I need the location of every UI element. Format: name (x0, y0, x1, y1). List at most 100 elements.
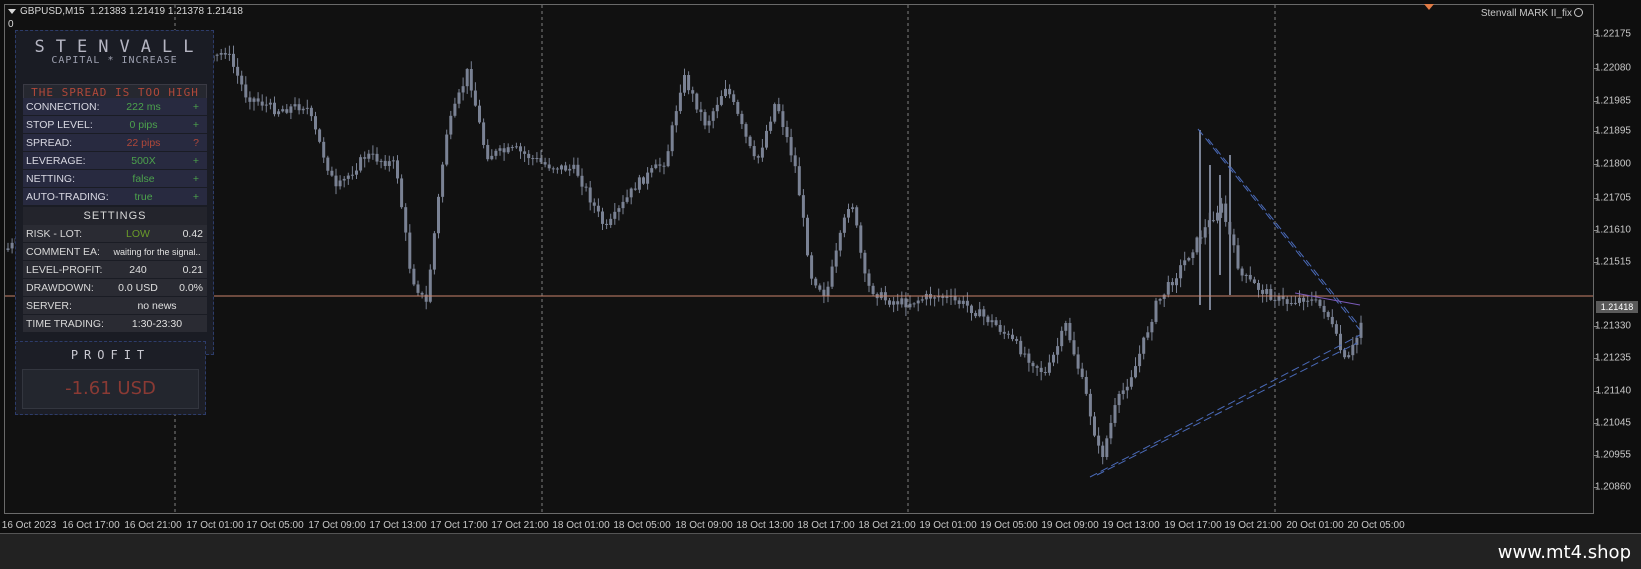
settings-row-server: SERVER: no news (23, 297, 207, 315)
candle-body (494, 150, 498, 156)
candle-body (974, 312, 978, 317)
candle-body (797, 166, 801, 196)
candle-body (613, 211, 617, 219)
candle-body (1019, 340, 1023, 355)
price-tick-mark (1594, 230, 1598, 231)
candle-body (355, 170, 358, 175)
candle-body (363, 157, 367, 159)
candle-body (1002, 331, 1006, 334)
candle-body (1232, 234, 1236, 246)
price-tick-label: 1.21895 (1594, 125, 1631, 137)
candle-body (699, 109, 703, 113)
candle-body (428, 269, 432, 302)
chart-shift-marker-icon[interactable] (1424, 4, 1436, 12)
candle-body (449, 115, 453, 135)
candle-body (965, 300, 969, 306)
price-tick-label: 1.20955 (1594, 449, 1631, 461)
candle-body (806, 217, 809, 256)
candle-body (789, 137, 793, 156)
symbol-ohlc: 1.21383 1.21419 1.21378 1.21418 (90, 6, 243, 17)
chart-plot-area[interactable] (4, 4, 1594, 514)
candle-body (842, 217, 846, 233)
status-label: STOP LEVEL: (26, 119, 93, 131)
candle-body (371, 153, 375, 155)
candle-body (223, 52, 227, 55)
candle-body (326, 157, 330, 171)
candle-body (469, 69, 473, 91)
time-tick-label: 18 Oct 05:00 (613, 520, 671, 531)
candle-body (986, 316, 990, 323)
candle-body (1109, 422, 1113, 439)
candle-body (916, 300, 920, 304)
settings-label: COMMENT EA: (26, 246, 100, 258)
candle-body (826, 286, 830, 296)
price-axis[interactable]: 1.22175 1.22080 1.21985 1.21895 1.21800 1.217… (1594, 4, 1639, 514)
candle-body (596, 205, 600, 212)
candle-body (777, 104, 781, 112)
status-row-auto-trading: AUTO-TRADING: true + (23, 188, 207, 206)
candle-body (1142, 337, 1146, 354)
price-tick-label: 1.21705 (1594, 192, 1631, 204)
status-label: LEVERAGE: (26, 155, 86, 167)
candle-body (1080, 368, 1084, 377)
candle-body (924, 293, 928, 300)
smiley-icon[interactable] (1574, 8, 1583, 17)
candle-body (1191, 252, 1195, 259)
dropdown-triangle-icon[interactable] (8, 8, 16, 14)
candle-body (523, 151, 527, 154)
candle-body (588, 187, 592, 203)
candle-body (1216, 212, 1219, 221)
candle-body (642, 177, 645, 184)
candle-body (982, 309, 986, 317)
candle-body (1006, 333, 1010, 335)
candle-body (830, 266, 834, 287)
status-row-netting: NETTING: false + (23, 170, 207, 188)
candle-body (1170, 282, 1174, 286)
candle-body (629, 188, 633, 198)
candle-body (260, 101, 264, 106)
candle-body (301, 108, 305, 111)
candle-body (957, 300, 961, 304)
candle-body (289, 106, 293, 113)
candle-body (1052, 354, 1055, 363)
candle-body (818, 285, 822, 290)
candle-body (658, 164, 662, 166)
time-tick-label: 18 Oct 09:00 (675, 520, 733, 531)
candle-body (1351, 344, 1355, 356)
candle-body (420, 292, 424, 295)
candle-body (892, 301, 896, 305)
candle-body (396, 160, 399, 179)
ea-label[interactable]: Stenvall MARK II_fix (1481, 8, 1583, 19)
settings-label: DRAWDOWN: (26, 282, 94, 294)
candle-body (461, 86, 465, 93)
status-row-spread: SPREAD: 22 pips ? (23, 134, 207, 152)
candle-body (1314, 299, 1318, 301)
candle-body (994, 320, 998, 325)
candle-body (379, 160, 383, 162)
candle-body (293, 104, 297, 107)
time-tick-label: 18 Oct 01:00 (552, 520, 610, 531)
price-chart[interactable] (5, 5, 1593, 513)
candle-body (584, 186, 588, 188)
candle-body (756, 156, 760, 158)
candle-body (547, 164, 551, 169)
status-indicator: + (192, 101, 199, 113)
candle-body (1322, 305, 1326, 313)
chart-window[interactable]: 1.22175 1.22080 1.21985 1.21895 1.21800 1.217… (0, 0, 1641, 534)
status-indicator: ? (193, 137, 199, 149)
candle-body (359, 157, 363, 171)
candle-body (572, 164, 576, 169)
price-tick-label: 1.21515 (1594, 256, 1631, 268)
candle-body (1097, 435, 1101, 446)
candle-body (863, 252, 867, 274)
candle-body (273, 102, 276, 115)
candle-body (244, 84, 248, 98)
candle-body (334, 175, 338, 187)
candle-body (1150, 321, 1154, 333)
time-tick-label: 19 Oct 05:00 (980, 520, 1038, 531)
time-tick-label: 16 Oct 17:00 (62, 520, 120, 531)
profit-value: -1.61 USD (65, 378, 156, 399)
candle-body (785, 127, 789, 138)
candle-body (1334, 324, 1338, 334)
candle-body (683, 75, 686, 93)
